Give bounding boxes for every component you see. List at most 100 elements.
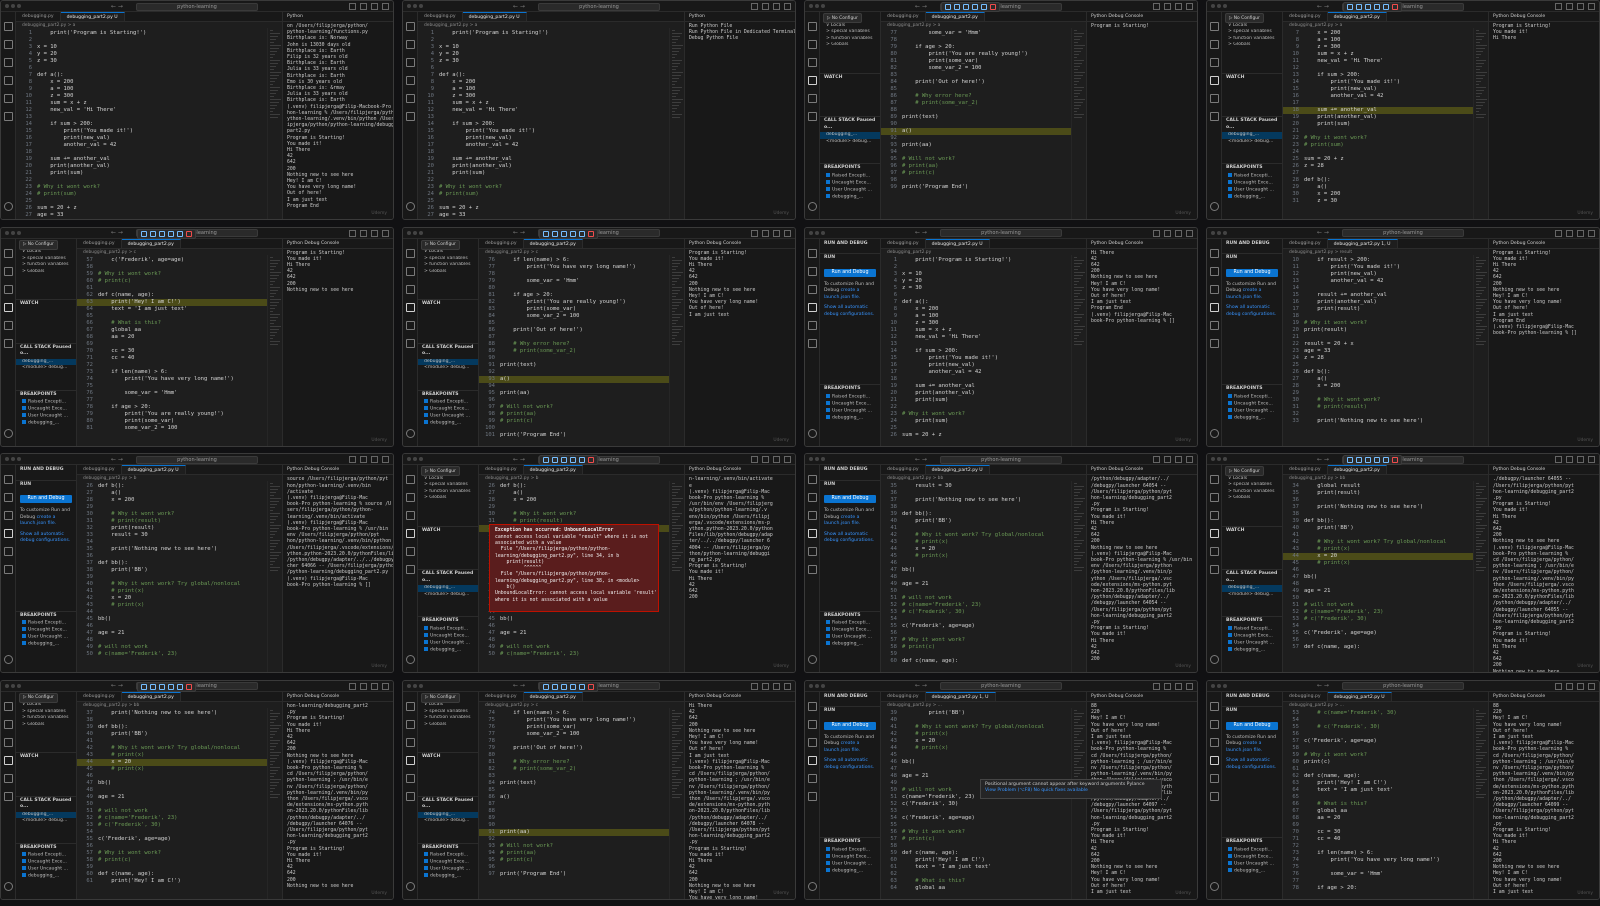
close-button[interactable] [407,457,411,462]
code-line[interactable]: 74 print('You have very long name!') [1283,857,1488,864]
code-line[interactable]: 49 # will not work [479,644,684,651]
code-line[interactable]: 40 # Why it wont work? Try global/nonloc… [77,581,282,588]
show-configs-link[interactable]: Show all automatic debug configurations. [1222,303,1282,320]
code-line[interactable]: 41 [1283,532,1488,539]
show-configs-link[interactable]: Show all automatic debug configurations. [16,530,76,547]
step-out-icon[interactable] [972,4,978,10]
editor-tab[interactable]: debugging.py [881,12,926,21]
stop-icon[interactable] [588,683,594,690]
command-center-search[interactable]: python-learning [1342,682,1464,691]
maximize-button[interactable] [1223,683,1227,688]
step-over-icon[interactable] [150,683,156,690]
code-line[interactable]: 34 [77,539,282,546]
code-line[interactable]: 36 [1283,497,1488,504]
call-stack-section[interactable]: CALL STACK Paused o... [16,795,76,812]
layout-toggle-icon[interactable] [1175,229,1182,237]
code-line[interactable]: 95 print(aa) [479,390,684,397]
code-line[interactable]: 75 print('You have very long name!') [479,717,684,724]
source-control-icon[interactable] [405,737,415,747]
breakpoint-item[interactable]: Uncaught Exce... [418,632,478,640]
continue-icon[interactable] [543,230,549,237]
explorer-icon[interactable] [405,475,415,485]
checkbox[interactable] [22,406,26,411]
checkbox[interactable] [22,866,26,871]
code-line[interactable]: 22 [16,177,282,184]
stop-icon[interactable] [1392,4,1398,10]
layout-toggle-icon[interactable] [1566,229,1573,237]
checkbox[interactable] [1228,860,1232,865]
testing-icon[interactable] [1209,565,1219,575]
breakpoint-item[interactable]: User Uncaught ... [418,413,478,420]
code-line[interactable]: 96 [479,397,684,404]
checkbox[interactable] [1228,625,1232,630]
minimize-button[interactable] [11,4,15,8]
source-control-icon[interactable] [1209,511,1219,521]
code-line[interactable]: 72 [77,362,282,369]
code-line[interactable]: 13 [16,114,282,121]
source-control-icon[interactable] [807,511,817,521]
run-debug-icon[interactable] [405,755,415,765]
code-line[interactable]: 20 print(sum) [1283,121,1488,128]
code-line[interactable]: 80 print('You are really young!') [881,51,1086,58]
code-line[interactable]: 45 [881,752,1086,759]
restart-icon[interactable] [1383,457,1389,464]
code-line[interactable]: 7 def a(): [418,72,684,79]
code-line[interactable]: 79 if age > 20: [881,44,1086,51]
code-line[interactable]: 7 def a(): [16,72,282,79]
search-icon[interactable] [3,493,13,503]
code-area[interactable]: 57 c('Frederik', age=age) 58 59 # Why it wo… [77,256,282,432]
debug-config-select[interactable]: ▷ No Configur [19,692,58,703]
code-line[interactable]: 8 a = 100 [1283,37,1488,44]
code-line[interactable]: 66 # What is this? [1283,801,1488,808]
debug-config-select[interactable]: ▷ No Configur [1225,466,1264,477]
source-control-icon[interactable] [807,737,817,747]
code-line[interactable]: 66 # What is this? [77,320,282,327]
testing-icon[interactable] [405,565,415,575]
step-into-icon[interactable] [561,683,567,690]
checkbox[interactable] [826,620,830,625]
checkbox[interactable] [1228,646,1232,651]
editor-tab[interactable]: debugging.py [77,465,122,475]
layout-toggle-icon[interactable] [784,682,791,690]
step-into-icon[interactable] [159,230,165,237]
step-over-icon[interactable] [150,230,156,237]
breakpoints-section[interactable]: BREAKPOINTS [820,610,880,621]
explorer-icon[interactable] [405,701,415,711]
code-line[interactable]: 82 print('You are really young!') [479,299,684,306]
layout-toggle-icon[interactable] [360,229,367,237]
show-configs-link[interactable]: Show all automatic debug configurations. [820,303,880,320]
code-line[interactable]: 52 # c(name='Frederik', 23) [881,602,1086,609]
checkbox[interactable] [1228,867,1232,872]
breakpoints-section[interactable]: BREAKPOINTS [16,610,76,621]
terminal-title[interactable]: Python Debug Console [283,692,393,702]
layout-toggle-icon[interactable] [1577,682,1584,690]
tooltip-actions[interactable]: View Problem (⌥F8) No quick fixes availa… [985,788,1157,795]
search-icon[interactable] [1209,493,1219,503]
layout-toggle-icon[interactable] [1153,682,1160,690]
code-line[interactable]: 56 # Why it wont work? [881,829,1086,836]
code-line[interactable]: 47 bb() [881,567,1086,574]
code-line[interactable]: 30 # Why it wont work? [479,511,684,518]
extensions-icon[interactable] [405,320,415,330]
code-line[interactable]: 30 # Why it wont work? [77,511,282,518]
breakpoint-item[interactable]: User Uncaught ... [1222,407,1282,415]
code-line[interactable]: 96 # print(aa) [881,163,1086,170]
extensions-icon[interactable] [405,773,415,783]
code-line[interactable]: 83 [881,72,1086,79]
checkbox[interactable] [826,627,830,632]
watch-section[interactable]: WATCH [418,752,478,762]
code-line[interactable]: 36 [881,490,1086,497]
call-stack-section[interactable]: CALL STACK Paused o... [418,342,478,359]
checkbox[interactable] [826,414,830,419]
checkbox[interactable] [22,859,26,864]
code-line[interactable]: 78 if age > 20: [77,404,282,411]
account-icon[interactable] [807,655,817,665]
code-line[interactable]: 65 [77,313,282,320]
checkbox[interactable] [826,179,830,184]
code-line[interactable]: 24 z = 28 [1283,355,1488,362]
nav-arrows[interactable]: ← → [915,682,927,689]
explorer-icon[interactable] [3,475,13,485]
code-line[interactable]: 35 result = 30 [881,483,1086,490]
checkbox[interactable] [424,866,428,871]
code-line[interactable]: 31 # print(result) [1283,404,1488,411]
